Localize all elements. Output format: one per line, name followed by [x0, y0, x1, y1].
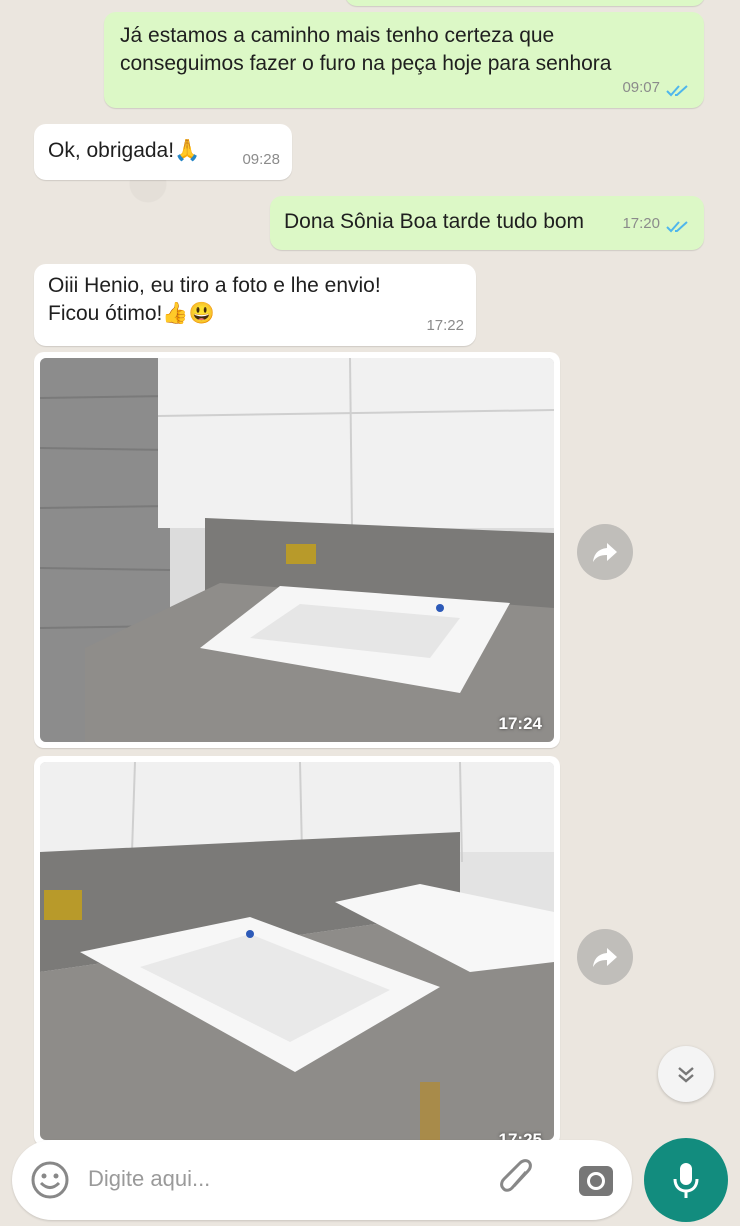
message-composer[interactable]: Digite aqui...: [12, 1140, 632, 1220]
forward-icon: [593, 948, 617, 967]
chat-background: Já estamos a caminho mais tenho certeza …: [0, 0, 740, 1226]
scroll-to-bottom-button[interactable]: [658, 1046, 714, 1102]
message-text: Dona Sônia Boa tarde tudo bom: [284, 210, 585, 233]
photo-sink-double[interactable]: 17:25: [40, 762, 554, 1140]
photo-time: 17:25: [498, 1130, 542, 1140]
pray-emoji: 🙏: [174, 139, 201, 162]
image-message[interactable]: 17:24: [34, 352, 560, 748]
voice-record-button[interactable]: [644, 1138, 728, 1222]
message-time: 17:22: [426, 317, 464, 334]
forward-icon: [593, 543, 617, 562]
message-time: 09:28: [242, 151, 280, 168]
forward-button[interactable]: [577, 929, 633, 985]
message-time: 09:07: [622, 79, 660, 96]
message-text-line: conseguimos fazer o furo na peça hoje pa…: [120, 52, 612, 75]
paperclip-icon[interactable]: [498, 1158, 538, 1202]
message-bubble-outgoing[interactable]: Dona Sônia Boa tarde tudo bom 17:20: [270, 196, 704, 250]
chevron-double-down-icon: [678, 1067, 694, 1083]
camera-icon[interactable]: [576, 1160, 616, 1200]
thumbs-up-smile-emoji: 👍😃: [162, 302, 215, 325]
message-input[interactable]: Digite aqui...: [88, 1166, 210, 1192]
message-bubble-incoming[interactable]: Ok, obrigada!🙏 09:28: [34, 124, 292, 180]
double-check-icon: [666, 221, 688, 233]
message-text-line: Oiii Henio, eu tiro a foto e lhe envio!: [48, 274, 381, 297]
photo-sink-single[interactable]: 17:24: [40, 358, 554, 742]
double-sink-photo-illustration: [40, 762, 554, 1140]
photo-time: 17:24: [498, 714, 542, 733]
message-bubble-incoming[interactable]: Oiii Henio, eu tiro a foto e lhe envio! …: [34, 264, 476, 346]
message-text-line: Já estamos a caminho mais tenho certeza …: [120, 24, 555, 47]
image-message[interactable]: 17:25: [34, 756, 560, 1146]
message-time: 17:20: [622, 215, 660, 232]
sink-photo-illustration: [40, 358, 554, 742]
message-bubble-partial[interactable]: [345, 0, 705, 6]
message-text: Ok, obrigada!: [48, 139, 175, 162]
emoji-icon[interactable]: [30, 1160, 70, 1200]
message-text-line: Ficou ótimo!: [48, 302, 163, 325]
message-bubble-outgoing[interactable]: Já estamos a caminho mais tenho certeza …: [104, 12, 704, 108]
double-check-icon: [666, 85, 688, 97]
forward-button[interactable]: [577, 524, 633, 580]
microphone-icon: [673, 1163, 699, 1198]
